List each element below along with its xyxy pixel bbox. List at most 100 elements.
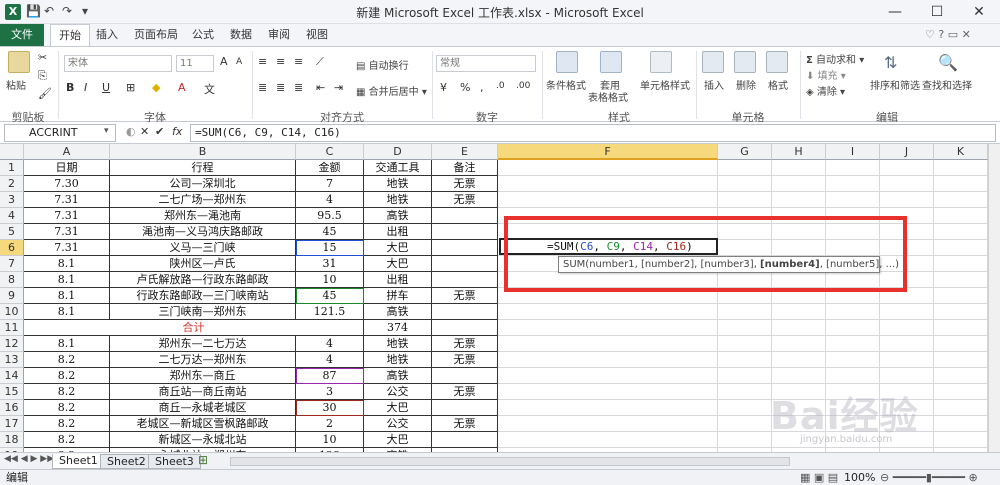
empty-cell[interactable]: [880, 320, 934, 336]
bold-icon[interactable]: B: [66, 81, 74, 94]
column-header-i[interactable]: I: [826, 144, 880, 160]
empty-cell[interactable]: [934, 288, 988, 304]
wrap-text-button[interactable]: ▤ 自动换行: [356, 57, 409, 72]
empty-cell[interactable]: [934, 224, 988, 240]
date-cell[interactable]: 8.2: [24, 400, 110, 416]
empty-cell[interactable]: [880, 304, 934, 320]
column-header-h[interactable]: H: [772, 144, 826, 160]
underline-icon[interactable]: U: [102, 81, 110, 94]
route-cell[interactable]: 商丘—永城老城区: [110, 400, 296, 416]
empty-cell[interactable]: [826, 192, 880, 208]
remark-cell[interactable]: [432, 240, 498, 256]
date-cell[interactable]: 8.2: [24, 432, 110, 448]
number-format-combo[interactable]: 常规: [436, 55, 536, 72]
remark-cell[interactable]: [432, 272, 498, 288]
help-icon[interactable]: ♡ ? ▭ ✕: [925, 28, 971, 41]
font-color-icon[interactable]: A: [178, 81, 186, 94]
row-header[interactable]: 14: [0, 368, 24, 384]
empty-cell[interactable]: [934, 304, 988, 320]
align-right-icon[interactable]: ≣: [294, 81, 303, 94]
tab-file[interactable]: 文件: [0, 24, 44, 46]
insert-function-icon[interactable]: fx: [172, 125, 182, 138]
remark-cell[interactable]: 无票: [432, 336, 498, 352]
find-select-icon[interactable]: 🔍: [938, 53, 958, 72]
transport-cell[interactable]: 地铁: [364, 176, 432, 192]
empty-cell[interactable]: [772, 304, 826, 320]
increase-indent-icon[interactable]: ⇥: [334, 81, 343, 94]
header-cell-route[interactable]: 行程: [110, 160, 296, 176]
route-cell[interactable]: 卢氏解放路—行政东路邮政: [110, 272, 296, 288]
cell-styles-button[interactable]: 单元格样式: [640, 77, 690, 92]
maximize-icon[interactable]: ☐: [922, 2, 952, 22]
name-box[interactable]: ACCRINT: [4, 124, 116, 142]
transport-cell[interactable]: 公交: [364, 416, 432, 432]
empty-cell[interactable]: [934, 352, 988, 368]
cut-icon[interactable]: ✂: [38, 51, 47, 64]
empty-cell[interactable]: [772, 176, 826, 192]
decrease-indent-icon[interactable]: ⇤: [316, 81, 325, 94]
route-cell[interactable]: 二七广场—郑州东: [110, 192, 296, 208]
transport-cell[interactable]: 大巴: [364, 400, 432, 416]
decrease-decimal-icon[interactable]: .00: [516, 81, 530, 91]
amount-cell[interactable]: 121.5: [296, 304, 364, 320]
amount-cell[interactable]: 10: [296, 272, 364, 288]
empty-cell[interactable]: [498, 320, 718, 336]
route-cell[interactable]: 新城区—永城北站: [110, 432, 296, 448]
conditional-format-icon[interactable]: [556, 51, 578, 73]
date-cell[interactable]: 8.1: [24, 272, 110, 288]
amount-cell[interactable]: 7: [296, 176, 364, 192]
empty-cell[interactable]: [880, 336, 934, 352]
empty-cell[interactable]: [498, 160, 718, 176]
remark-cell[interactable]: [432, 304, 498, 320]
insert-cells-icon[interactable]: [702, 51, 724, 73]
row-header[interactable]: 10: [0, 304, 24, 320]
formula-bar-expand-icon[interactable]: ◐: [126, 125, 136, 138]
empty-cell[interactable]: [498, 304, 718, 320]
enter-icon[interactable]: ✔: [155, 125, 164, 138]
transport-cell[interactable]: 拼车: [364, 288, 432, 304]
empty-cell[interactable]: [498, 384, 718, 400]
empty-cell[interactable]: [498, 368, 718, 384]
column-header-b[interactable]: B: [110, 144, 296, 160]
delete-cells-button[interactable]: 删除: [736, 77, 756, 92]
column-header-g[interactable]: G: [718, 144, 772, 160]
cancel-icon[interactable]: ✕: [140, 125, 149, 138]
empty-cell[interactable]: [772, 160, 826, 176]
remark-cell[interactable]: 无票: [432, 176, 498, 192]
transport-cell[interactable]: 374: [364, 320, 432, 336]
currency-icon[interactable]: ¥: [440, 81, 447, 94]
italic-icon[interactable]: I: [84, 81, 87, 94]
formula-input[interactable]: =SUM(C6, C9, C14, C16): [190, 124, 996, 142]
empty-cell[interactable]: [498, 192, 718, 208]
delete-cells-icon[interactable]: [734, 51, 756, 73]
empty-cell[interactable]: [934, 176, 988, 192]
zoom-level[interactable]: 100%: [844, 470, 875, 485]
amount-cell[interactable]: 15: [296, 240, 364, 256]
align-center-icon[interactable]: ≣: [276, 81, 285, 94]
transport-cell[interactable]: 地铁: [364, 352, 432, 368]
empty-cell[interactable]: [498, 176, 718, 192]
remark-cell[interactable]: [432, 224, 498, 240]
autosum-button[interactable]: Σ 自动求和 ▾: [806, 51, 864, 66]
transport-cell[interactable]: 大巴: [364, 432, 432, 448]
name-box-dropdown-icon[interactable]: ▾: [104, 126, 109, 136]
header-cell-remark[interactable]: 备注: [432, 160, 498, 176]
row-header[interactable]: 18: [0, 432, 24, 448]
font-size-combo[interactable]: 11: [176, 55, 214, 72]
remark-cell[interactable]: [432, 368, 498, 384]
column-header-j[interactable]: J: [880, 144, 934, 160]
tab-review[interactable]: 审阅: [260, 24, 298, 46]
empty-cell[interactable]: [826, 176, 880, 192]
row-header[interactable]: 7: [0, 256, 24, 272]
row-header[interactable]: 9: [0, 288, 24, 304]
amount-cell[interactable]: 30: [296, 400, 364, 416]
empty-cell[interactable]: [772, 352, 826, 368]
remark-cell[interactable]: 无票: [432, 416, 498, 432]
empty-cell[interactable]: [718, 336, 772, 352]
column-header-d[interactable]: D: [364, 144, 432, 160]
empty-cell[interactable]: [934, 368, 988, 384]
empty-cell[interactable]: [826, 320, 880, 336]
copy-icon[interactable]: ⎘: [38, 69, 47, 83]
row-header[interactable]: 8: [0, 272, 24, 288]
transport-cell[interactable]: 地铁: [364, 336, 432, 352]
